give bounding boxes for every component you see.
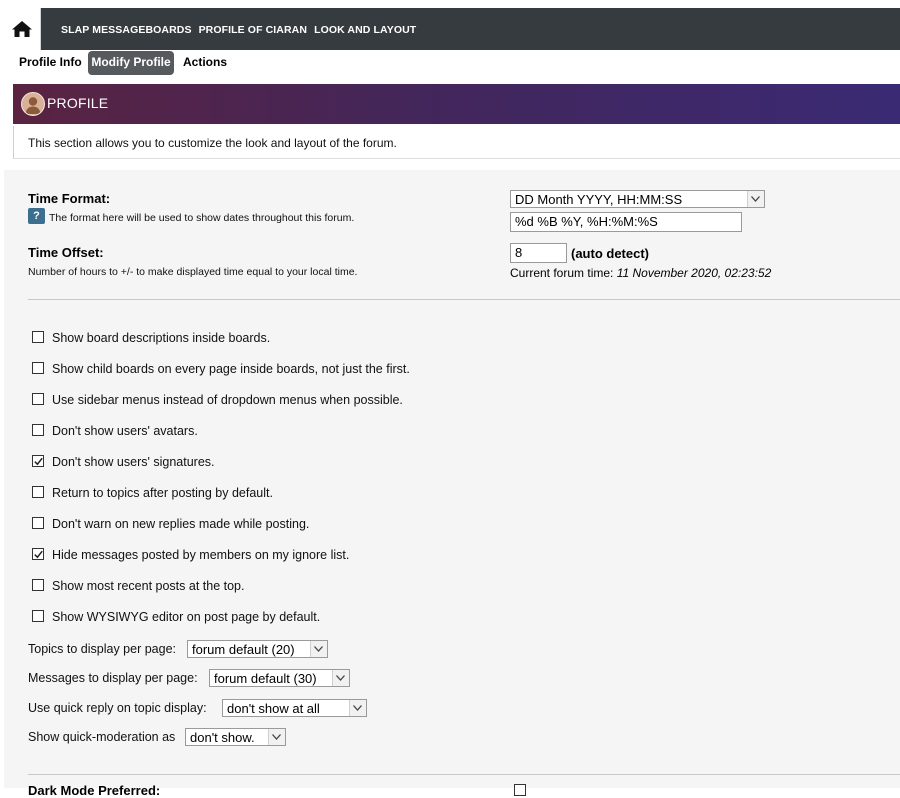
auto-detect-link[interactable]: (auto detect): [571, 246, 649, 261]
option-label: Hide messages posted by members on my ig…: [52, 548, 350, 562]
checkbox-sidebar-menus[interactable]: [32, 393, 44, 405]
chevron-down-icon: [310, 641, 327, 657]
time-format-help: The format here will be used to show dat…: [49, 212, 355, 224]
settings-panel: Time Format: ? The format here will be u…: [4, 170, 900, 798]
chevron-down-icon: [332, 670, 349, 686]
current-forum-time: Current forum time: 11 November 2020, 02…: [510, 266, 771, 280]
checkbox-board-descriptions[interactable]: [32, 331, 44, 343]
checkmark-icon: [34, 457, 43, 466]
option-label: Use sidebar menus instead of dropdown me…: [52, 393, 403, 407]
chevron-down-icon: [268, 729, 285, 745]
breadcrumb-item-forum[interactable]: SLAP MESSAGEBOARDS: [61, 24, 192, 36]
profile-user-icon: [21, 92, 45, 116]
current-forum-time-label: Current forum time:: [510, 266, 614, 280]
option-label: Show most recent posts at the top.: [52, 579, 245, 593]
help-icon[interactable]: ?: [28, 208, 45, 224]
checkmark-icon: [34, 550, 43, 559]
divider: [28, 774, 900, 775]
time-offset-help: Number of hours to +/- to make displayed…: [28, 266, 358, 278]
quick-reply-label: Use quick reply on topic display:: [28, 701, 207, 715]
section-header: PROFILE: [13, 84, 900, 124]
time-format-input[interactable]: %d %B %Y, %H:%M:%S: [510, 212, 742, 232]
breadcrumb-item-profile[interactable]: PROFILE OF CIARAN: [199, 24, 307, 36]
quick-moderation-value: don't show.: [190, 730, 255, 745]
chevron-down-icon: [747, 191, 764, 207]
topics-per-page-select[interactable]: forum default (20): [187, 640, 328, 658]
checkbox-dark-mode[interactable]: [514, 784, 526, 796]
time-format-label: Time Format:: [28, 191, 111, 206]
time-offset-label: Time Offset:: [28, 245, 104, 260]
quick-moderation-select[interactable]: don't show.: [185, 728, 286, 746]
checkbox-recent-on-top[interactable]: [32, 579, 44, 591]
messages-per-page-label: Messages to display per page:: [28, 671, 198, 685]
section-description: This section allows you to customize the…: [28, 136, 397, 150]
checkbox-return-to-topics[interactable]: [32, 486, 44, 498]
option-label: Show WYSIWYG editor on post page by defa…: [52, 610, 321, 624]
tab-actions[interactable]: Actions: [177, 51, 233, 75]
checkbox-hide-signatures[interactable]: [32, 455, 44, 467]
messages-per-page-value: forum default (30): [214, 671, 317, 686]
divider: [28, 299, 900, 300]
quick-reply-select[interactable]: don't show at all: [222, 699, 367, 717]
time-offset-input[interactable]: 8: [510, 243, 567, 263]
top-navigation-bar: SLAP MESSAGEBOARDS PROFILE OF CIARAN LOO…: [8, 8, 900, 50]
time-format-selected: DD Month YYYY, HH:MM:SS: [515, 192, 683, 207]
option-label: Don't warn on new replies made while pos…: [52, 517, 310, 531]
home-icon: [12, 21, 32, 37]
checkbox-child-boards[interactable]: [32, 362, 44, 374]
tab-modify-profile[interactable]: Modify Profile: [88, 51, 174, 75]
breadcrumb-item-look-layout[interactable]: LOOK AND LAYOUT: [314, 24, 416, 36]
time-format-select[interactable]: DD Month YYYY, HH:MM:SS: [510, 190, 765, 208]
checkbox-wysiwyg-default[interactable]: [32, 610, 44, 622]
topics-per-page-label: Topics to display per page:: [28, 642, 177, 656]
option-label: Return to topics after posting by defaul…: [52, 486, 273, 500]
option-label: Don't show users' avatars.: [52, 424, 198, 438]
option-label: Show board descriptions inside boards.: [52, 331, 271, 345]
breadcrumb: SLAP MESSAGEBOARDS PROFILE OF CIARAN LOO…: [61, 24, 420, 36]
dark-mode-label: Dark Mode Preferred:: [28, 783, 161, 798]
quick-reply-value: don't show at all: [227, 701, 320, 716]
checkbox-hide-ignored[interactable]: [32, 548, 44, 560]
current-forum-time-value: 11 November 2020, 02:23:52: [616, 266, 772, 280]
topics-per-page-value: forum default (20): [192, 642, 295, 657]
tab-profile-info[interactable]: Profile Info: [13, 51, 88, 75]
option-label: Show child boards on every page inside b…: [52, 362, 410, 376]
section-title: PROFILE: [47, 95, 109, 111]
messages-per-page-select[interactable]: forum default (30): [209, 669, 350, 687]
option-label: Don't show users' signatures.: [52, 455, 215, 469]
home-button[interactable]: [8, 8, 41, 50]
chevron-down-icon: [349, 700, 366, 716]
section-description-box: This section allows you to customize the…: [13, 126, 900, 159]
checkbox-no-reply-warning[interactable]: [32, 517, 44, 529]
quick-moderation-label: Show quick-moderation as: [28, 730, 176, 744]
checkbox-hide-avatars[interactable]: [32, 424, 44, 436]
